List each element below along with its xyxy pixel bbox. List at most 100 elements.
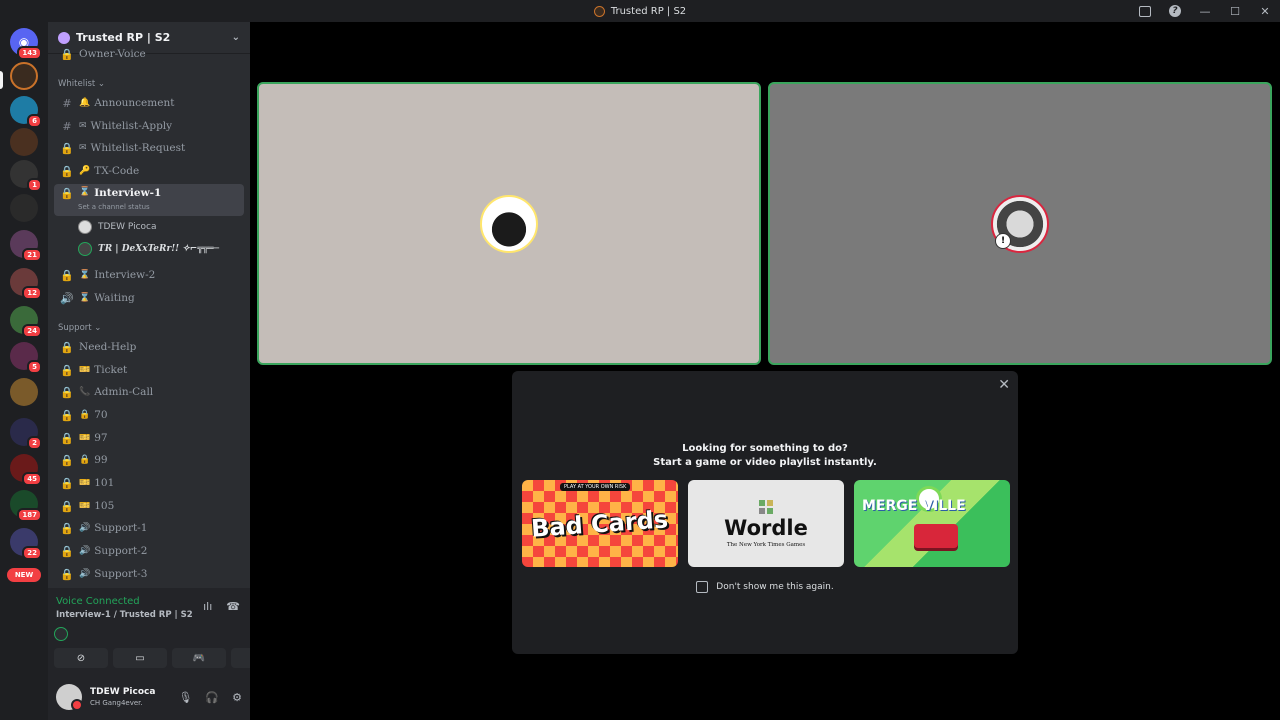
dont-show-again[interactable]: Don't show me this again. (512, 581, 1018, 593)
channel-whitelist-apply[interactable]: # ✉ Whitelist-Apply (54, 116, 244, 136)
server-folder[interactable] (10, 194, 38, 222)
server-badge: 5 (27, 360, 42, 374)
ticket-icon: 🎫 (79, 365, 91, 375)
noise-suppression-icon[interactable]: ılı (203, 600, 212, 613)
minimize-button[interactable]: — (1190, 5, 1220, 18)
headphones-icon[interactable]: 🎧 (205, 691, 219, 704)
bell-icon: 🔔 (79, 98, 91, 108)
channel-97[interactable]: 🔒 🎫 97 (54, 428, 244, 448)
help-button[interactable]: ? (1160, 5, 1190, 17)
lock-icon: 🔒 (60, 164, 74, 178)
activity-avatar[interactable] (54, 627, 68, 641)
truck-icon (914, 524, 958, 548)
user-panel: TDEW Picoca CH Gang4ever. 🎙 🎧 ⚙ (48, 674, 250, 720)
avatar (78, 220, 92, 234)
game-card-wordle[interactable]: Wordle The New York Times Games (688, 480, 844, 567)
server-folder[interactable]: 45 (10, 454, 42, 486)
participant-avatar (480, 194, 538, 253)
server-badge: 22 (22, 546, 42, 560)
server-rail: ◉ 143 6 1 21 12 24 5 2 45 187 22 NEW (0, 22, 48, 720)
video-tile[interactable] (768, 82, 1272, 365)
server-folder[interactable]: 187 (10, 490, 42, 522)
checkbox[interactable] (696, 581, 709, 593)
category-support[interactable]: Support ⌄ (58, 323, 101, 333)
lock-icon: 🔒 (79, 455, 91, 465)
screen-share-button[interactable]: ▭ (113, 648, 167, 668)
server-folder[interactable]: 5 (10, 342, 42, 374)
hourglass-icon: ⌛ (79, 187, 91, 197)
channel-support-2[interactable]: 🔒 🔊 Support-2 (54, 541, 244, 561)
channel-whitelist-request[interactable]: 🔒 ✉ Whitelist-Request (54, 138, 244, 158)
channel-owner-voice[interactable]: 🔒 Owner-Voice (54, 48, 244, 60)
maximize-button[interactable]: ☐ (1220, 5, 1250, 18)
channel-waiting[interactable]: 🔊 ⌛ Waiting (54, 288, 244, 308)
inbox-button[interactable] (1130, 5, 1160, 17)
server-badge: 12 (22, 286, 42, 300)
lock-icon: 🔒 (60, 408, 74, 422)
channel-ticket[interactable]: 🔒 🎫 Ticket (54, 360, 244, 380)
game-card-merge-ville[interactable]: MERGE VILLE (854, 480, 1010, 567)
close-window-button[interactable]: ✕ (1250, 5, 1280, 18)
game-logo: Wordle (724, 515, 808, 540)
envelope-icon: ✉ (79, 143, 87, 153)
server-badge: 21 (22, 248, 42, 262)
activity-subheading: Start a game or video playlist instantly… (653, 457, 877, 468)
channel-99[interactable]: 🔒 🔒 99 (54, 450, 244, 470)
envelope-icon: ✉ (79, 121, 87, 131)
speaker-icon: 🔊 (79, 523, 91, 533)
channel-70[interactable]: 🔒 🔒 70 (54, 405, 244, 425)
server-folder[interactable]: 2 (10, 418, 42, 450)
video-tile[interactable] (257, 82, 761, 365)
server-icon[interactable]: 6 (10, 96, 42, 128)
channel-announcement[interactable]: # 🔔 Announcement (54, 93, 244, 113)
server-folder[interactable] (10, 378, 38, 406)
home-button[interactable]: ◉ 143 (10, 28, 42, 60)
username[interactable]: TDEW Picoca (90, 687, 155, 697)
channel-sidebar: Trusted RP | S2 ⌄ 🔒 Owner-Voice Whitelist… (48, 22, 285, 720)
channel-interview-1[interactable]: 🔒 ⌛ Interview-1 Set a channel status (54, 184, 244, 216)
server-trusted-rp[interactable] (10, 62, 38, 90)
wordle-grid-icon (759, 499, 773, 514)
lock-icon: 🔒 (79, 410, 91, 420)
game-card-bad-cards[interactable]: PLAY AT YOUR OWN RISK Bad Cards (522, 480, 678, 567)
settings-gear-icon[interactable]: ⚙ (232, 691, 242, 704)
lock-icon: 🔒 (60, 499, 74, 513)
voice-user[interactable]: TDEW Picoca (78, 220, 157, 234)
activity-button[interactable]: 🎮 (172, 648, 226, 668)
lock-icon: 🔒 (60, 363, 74, 377)
channel-status[interactable]: Set a channel status (78, 203, 150, 211)
microphone-icon[interactable]: 🎙 (178, 691, 192, 704)
channel-need-help[interactable]: 🔒 Need-Help (54, 337, 244, 357)
server-folder[interactable]: 24 (10, 306, 42, 338)
avatar (78, 242, 92, 256)
server-name: Trusted RP | S2 (76, 31, 171, 44)
camera-off-button[interactable]: ⊘ (54, 648, 108, 668)
server-icon[interactable] (10, 128, 38, 156)
server-folder[interactable]: 22 (10, 528, 42, 560)
inbox-icon (1139, 5, 1151, 17)
channel-tx-code[interactable]: 🔒 🔑 TX-Code (54, 161, 244, 181)
voice-user[interactable]: TR | DeXxTeRr!! ✧⌐╦╦═─ (78, 242, 219, 256)
new-badge: NEW (7, 568, 41, 582)
category-whitelist[interactable]: Whitelist ⌄ (58, 79, 105, 89)
server-folder[interactable]: 12 (10, 268, 42, 300)
channel-105[interactable]: 🔒 🎫 105 (54, 496, 244, 516)
channel-101[interactable]: 🔒 🎫 101 (54, 473, 244, 493)
key-icon: 🔑 (79, 166, 91, 176)
lock-icon: 🔒 (60, 431, 74, 445)
lock-icon: 🔒 (60, 544, 74, 558)
user-avatar[interactable] (56, 684, 83, 711)
channel-support-1[interactable]: 🔒 🔊 Support-1 (54, 518, 244, 538)
lock-icon: 🔒 (60, 268, 74, 282)
active-server-indicator (0, 71, 3, 89)
server-folder[interactable]: 21 (10, 230, 42, 262)
server-icon[interactable]: 1 (10, 160, 42, 192)
server-badge: 187 (17, 508, 42, 522)
channel-support-3[interactable]: 🔒 🔊 Support-3 (54, 564, 244, 584)
game-tag: PLAY AT YOUR OWN RISK (560, 483, 631, 491)
disconnect-icon[interactable]: ☎ (226, 600, 240, 613)
close-icon[interactable]: ✕ (998, 377, 1010, 393)
channel-admin-call[interactable]: 🔒 📞 Admin-Call (54, 382, 244, 402)
channel-interview-2[interactable]: 🔒 ⌛ Interview-2 (54, 265, 244, 285)
server-boost-icon (58, 31, 70, 44)
